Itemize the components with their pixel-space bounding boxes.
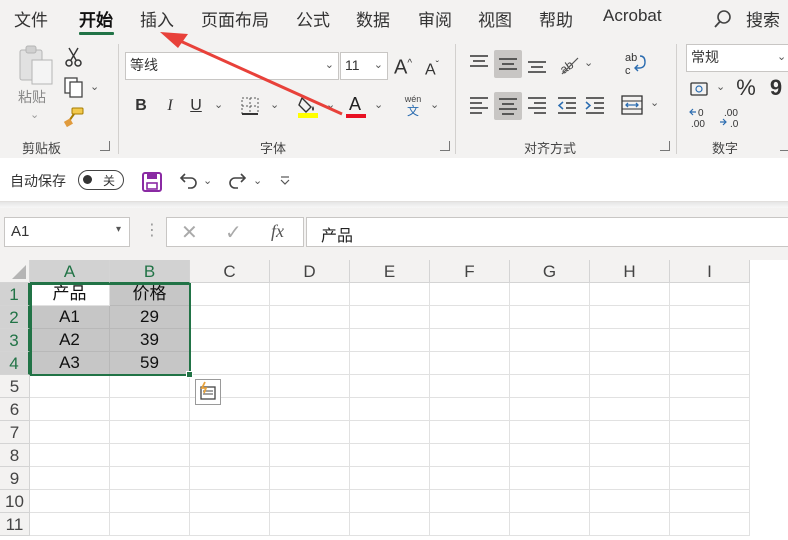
annotation-arrow	[160, 32, 343, 116]
